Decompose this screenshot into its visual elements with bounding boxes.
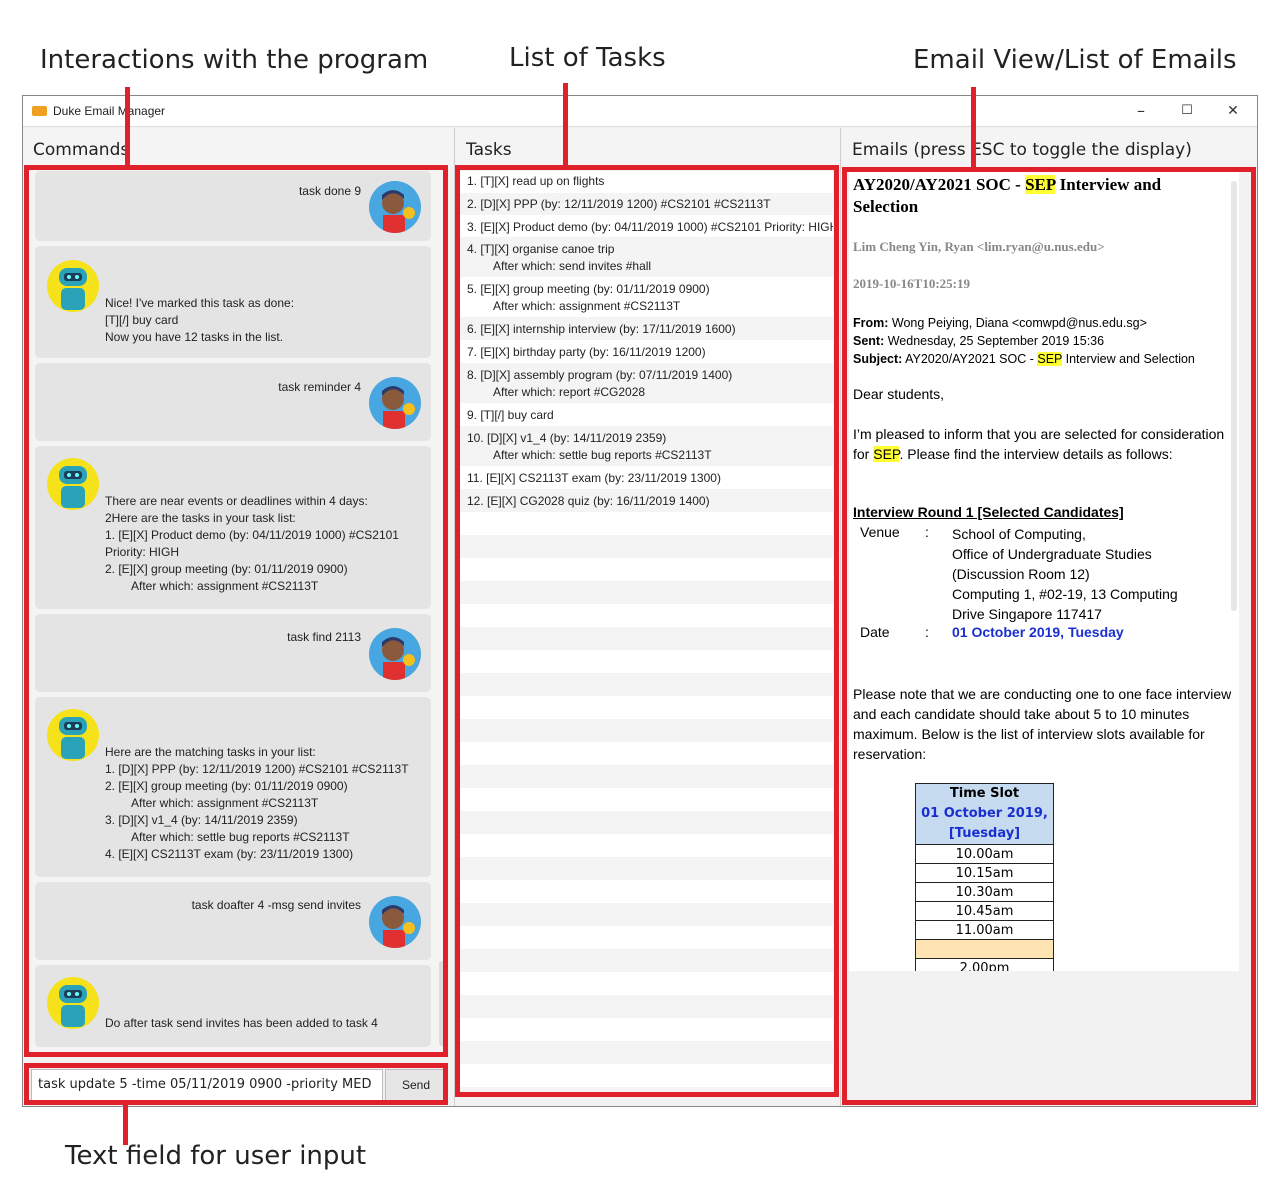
minimize-button[interactable]: – <box>1121 100 1161 122</box>
annotation-connector <box>123 1103 128 1145</box>
email-highlight-frame <box>842 167 1256 1105</box>
annotation-connector <box>971 87 976 169</box>
title-bar: Duke Email Manager – ☐ ✕ <box>23 96 1257 127</box>
annotation-textfield: Text field for user input <box>65 1141 367 1171</box>
commands-header: Commands <box>23 128 453 166</box>
close-button[interactable]: ✕ <box>1213 100 1253 122</box>
tasks-highlight-frame <box>455 165 839 1097</box>
window-title: Duke Email Manager <box>53 104 166 118</box>
annotation-tasks: List of Tasks <box>509 43 666 73</box>
annotation-interactions: Interactions with the program <box>40 45 429 75</box>
tasks-header: Tasks <box>456 128 840 166</box>
annotation-email: Email View/List of Emails <box>913 45 1237 75</box>
maximize-button[interactable]: ☐ <box>1167 100 1207 122</box>
input-highlight-frame <box>24 1063 448 1105</box>
commands-highlight-frame <box>24 165 448 1057</box>
annotation-connector <box>125 87 130 167</box>
pane-divider[interactable] <box>840 128 841 1106</box>
mail-icon <box>32 106 47 116</box>
emails-header: Emails (press ESC to toggle the display) <box>842 128 1257 166</box>
annotation-connector <box>563 83 568 167</box>
